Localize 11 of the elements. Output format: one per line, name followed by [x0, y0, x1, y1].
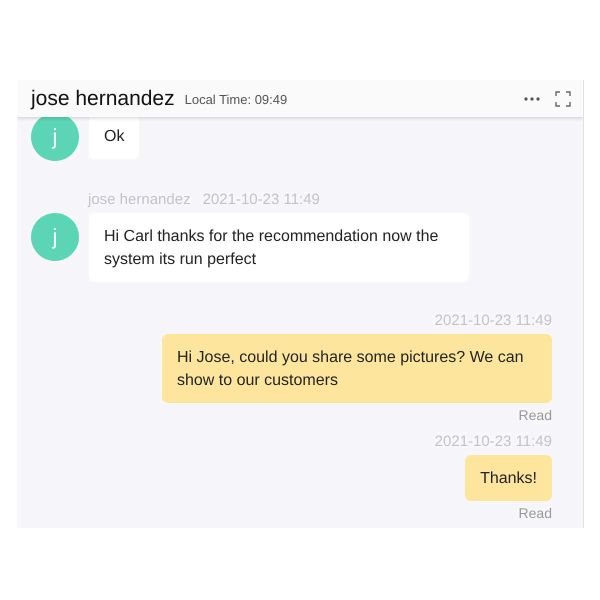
- message-bubble: Hi Carl thanks for the recommendation now the system its run perfect: [89, 213, 469, 282]
- message-bubble: Thanks!: [465, 455, 552, 501]
- avatar: j: [31, 213, 79, 261]
- local-time: Local Time: 09:49: [184, 92, 288, 107]
- message-bubble: Hi Jose, could you share some pictures? We can show to our customers: [162, 334, 552, 403]
- fullscreen-icon[interactable]: [555, 90, 571, 106]
- read-status: Read: [518, 407, 552, 423]
- message-bubble: Ok: [89, 117, 140, 159]
- contact-name: jose hernandez: [31, 86, 175, 110]
- read-status: Read: [518, 505, 552, 521]
- avatar: j: [31, 117, 79, 161]
